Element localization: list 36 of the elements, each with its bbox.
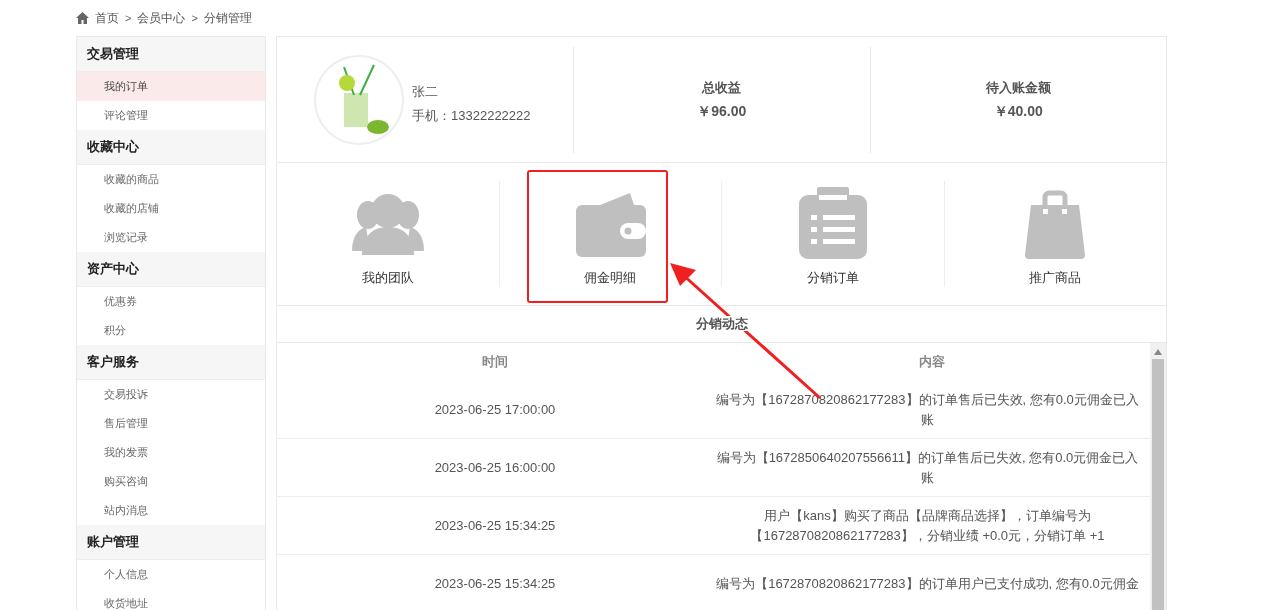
table-cell-text: 编号为【1672850640207556611】的订单售后已失效, 您有0.0元佣金已入账 <box>715 448 1140 487</box>
scrollbar-thumb[interactable] <box>1152 359 1164 610</box>
table-cell-text: 用户【kans】购买了商品【品牌商品选择】，订单编号为【1672870820862177283】，分销业绩 +0.0元，分销订单 +1 <box>749 506 1106 545</box>
shortcut-tile[interactable]: 推广商品 <box>943 181 1166 287</box>
table-cell-text: 2023-06-25 17:00:00 <box>433 400 557 419</box>
scrollbar[interactable] <box>1150 343 1166 610</box>
breadcrumb-link[interactable]: 首页 <box>95 9 119 27</box>
breadcrumb-separator: > <box>191 12 198 24</box>
stat-value: ￥40.00 <box>993 102 1043 121</box>
column-header: 内容 <box>917 353 946 371</box>
stat-label: 待入账金额 <box>985 78 1051 97</box>
sidebar-item[interactable]: 我的订单 <box>77 72 265 101</box>
shortcut-tile[interactable]: 佣金明细 <box>498 181 721 287</box>
shortcut-tile[interactable]: 分销订单 <box>721 181 944 287</box>
table-cell-text: 编号为【1672870820862177283】的订单用户已支付成功, 您有0.0元佣金 <box>715 574 1140 593</box>
stat-value: ￥96.00 <box>697 102 747 121</box>
scroll-up-icon[interactable] <box>1154 349 1162 355</box>
sidebar-group-title: 账户管理 <box>77 525 265 560</box>
breadcrumb-separator: > <box>125 12 132 24</box>
table-cell-text: 编号为【1672870820862177283】的订单售后已失效, 您有0.0元佣金已入账 <box>715 390 1140 429</box>
sidebar-group-title: 收藏中心 <box>77 130 265 165</box>
sidebar-group-title: 资产中心 <box>77 252 265 287</box>
sidebar-group-title: 交易管理 <box>77 37 265 72</box>
user-name: 张二 <box>412 83 439 100</box>
column-header: 时间 <box>481 353 509 371</box>
table-cell-text: 2023-06-25 16:00:00 <box>433 458 557 477</box>
table-cell-text: 2023-06-25 15:34:25 <box>433 516 557 535</box>
shortcut-tile[interactable]: 我的团队 <box>277 181 499 287</box>
breadcrumb-link[interactable]: 会员中心 <box>137 9 186 27</box>
sidebar-group-title: 客户服务 <box>77 345 265 380</box>
breadcrumb-link[interactable]: 分销管理 <box>203 9 252 27</box>
home-icon[interactable] <box>76 12 89 24</box>
table-cell-text: 2023-06-25 15:34:25 <box>433 574 557 593</box>
stat-label: 总收益 <box>702 78 742 97</box>
section-title: 分销动态 <box>693 316 750 331</box>
user-phone: 手机：13322222222 <box>412 107 531 124</box>
